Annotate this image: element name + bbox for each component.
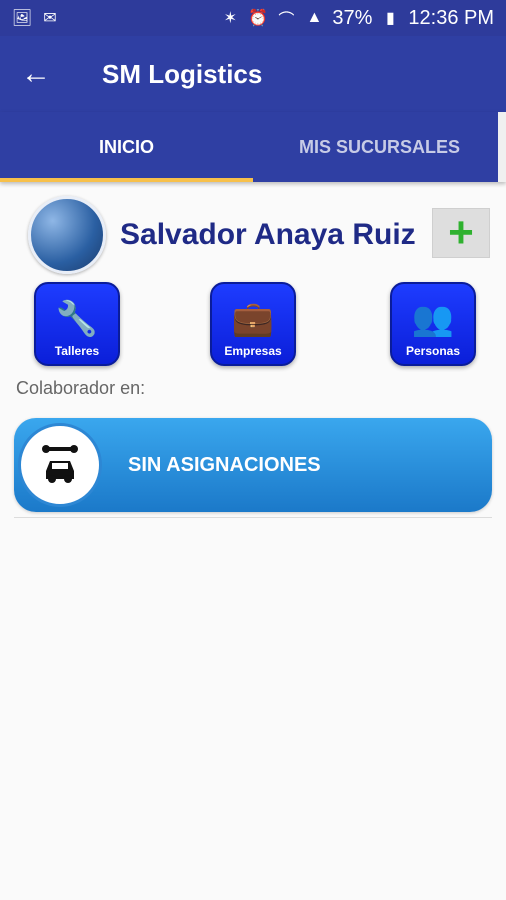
status-left: 🖼 ✉ <box>12 9 60 27</box>
talleres-button[interactable]: 🔧 Talleres <box>34 282 120 366</box>
assignment-card[interactable]: SIN ASIGNACIONES <box>14 418 492 512</box>
status-right: ✶ ⏰ ⌒ ▲ 37% ▮ 12:36 PM <box>220 7 494 30</box>
people-icon: 👥 <box>411 300 455 338</box>
signal-icon: ▲ <box>306 9 323 26</box>
add-button[interactable]: + <box>432 208 490 258</box>
personas-label: Personas <box>405 344 461 358</box>
personas-button[interactable]: 👥 Personas <box>390 282 476 366</box>
category-icons: 🔧 Talleres 💼 Empresas 👥 Personas <box>0 282 506 372</box>
scroll-edge <box>498 112 506 182</box>
car-wrench-svg <box>42 445 78 483</box>
app-title: SM Logistics <box>102 58 263 89</box>
tab-bar: INICIO MIS SUCURSALES <box>0 112 506 182</box>
empresas-button[interactable]: 💼 Empresas <box>210 282 296 366</box>
wrench-car-icon <box>18 423 102 507</box>
tab-inicio[interactable]: INICIO <box>0 112 253 182</box>
colaborador-label: Colaborador en: <box>16 378 146 398</box>
profile-header: Salvador Anaya Ruiz <box>28 196 416 274</box>
clock: 12:36 PM <box>408 6 494 29</box>
wrench-car-icon: 🔧 <box>55 300 99 338</box>
assignment-text: SIN ASIGNACIONES <box>128 453 321 476</box>
status-bar: 🖼 ✉ ✶ ⏰ ⌒ ▲ 37% ▮ 12:36 PM <box>0 0 506 36</box>
back-button[interactable]: ← <box>6 44 66 104</box>
battery-icon: ▮ <box>385 10 395 27</box>
arrow-left-icon: ← <box>21 57 51 90</box>
app-bar: ← SM Logistics <box>0 36 506 112</box>
talleres-label: Talleres <box>54 344 100 358</box>
profile-name: Salvador Anaya Ruiz <box>120 218 416 251</box>
wifi-icon: ⌒ <box>278 12 295 29</box>
bluetooth-icon: ✶ <box>223 10 238 27</box>
plus-icon: + <box>448 208 474 257</box>
mail-icon: ✉ <box>43 10 57 27</box>
empresas-label: Empresas <box>224 344 282 358</box>
avatar[interactable] <box>28 196 106 274</box>
battery-percent: 37% <box>332 6 373 29</box>
tab-mis-sucursales[interactable]: MIS SUCURSALES <box>253 112 506 182</box>
divider <box>14 517 492 518</box>
briefcase-icon: 💼 <box>231 300 275 338</box>
alarm-icon: ⏰ <box>248 10 269 27</box>
image-icon: 🖼 <box>11 10 33 27</box>
